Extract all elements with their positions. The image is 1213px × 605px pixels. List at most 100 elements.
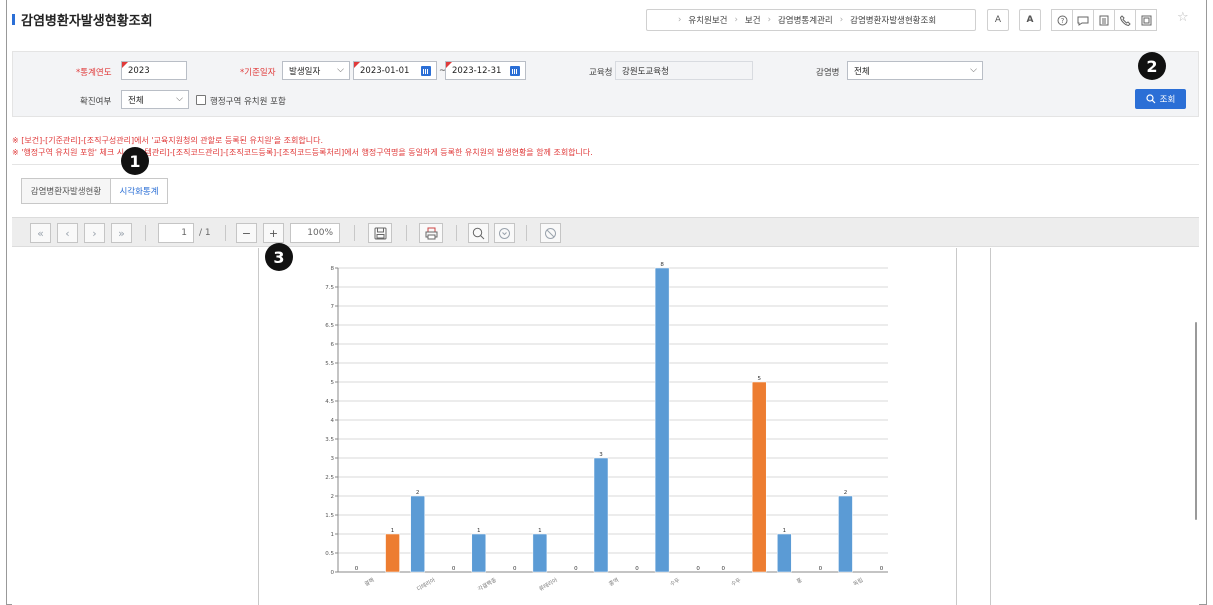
toolbar-separator	[225, 225, 226, 241]
date-from-input[interactable]: 2023-01-01	[353, 61, 437, 80]
breadcrumb-item[interactable]: 보건	[745, 14, 761, 26]
font-decrease-button[interactable]: A	[987, 9, 1009, 31]
chevron-down-icon: ⌵	[337, 65, 344, 75]
favorite-star-icon[interactable]: ☆	[1177, 10, 1189, 25]
disease-select[interactable]: 전체 ⌵	[847, 61, 983, 80]
date-to-input[interactable]: 2023-12-31	[445, 61, 526, 80]
prev-page-icon[interactable]: ‹	[57, 223, 78, 243]
breadcrumb-item[interactable]: 유치원보건	[688, 14, 727, 26]
find-next-icon[interactable]	[494, 223, 515, 243]
calendar-icon[interactable]	[421, 66, 431, 76]
toolbar-separator	[526, 225, 527, 241]
save-icon[interactable]	[368, 223, 392, 243]
notice-line: ※ '행정구역 유치원 포함' 체크 시 [시스템관리]-[조직코드관리]-[조…	[12, 147, 593, 157]
data-label: 0	[819, 566, 823, 572]
required-flag	[122, 62, 128, 68]
date-to-value: 2023-12-31	[452, 65, 502, 76]
confirm-value: 전체	[128, 95, 144, 106]
y-tick-label: 6	[331, 342, 335, 348]
office-label: 교육청	[589, 68, 613, 78]
x-tick-label: 디테리아	[415, 576, 437, 593]
chevron-right-icon: ›	[839, 15, 844, 25]
phone-icon[interactable]	[1114, 9, 1136, 31]
y-tick-label: 1	[331, 532, 335, 538]
y-tick-label: 6.5	[325, 323, 334, 329]
manual-icon[interactable]	[1135, 9, 1157, 31]
chevron-right-icon: ›	[734, 15, 738, 25]
date-type-select[interactable]: 발생일자 ⌵	[282, 61, 350, 80]
year-value: 2023	[128, 65, 150, 76]
tab-infection-status[interactable]: 감염병환자발생현황	[21, 178, 111, 204]
chevron-right-icon: ›	[767, 15, 771, 25]
bar	[751, 381, 767, 573]
chat-icon[interactable]	[1072, 9, 1094, 31]
x-tick-label: 수두	[669, 577, 681, 588]
page-number-input[interactable]: 1	[158, 223, 194, 243]
x-tick-label: 결핵	[363, 576, 376, 588]
notice-line: ※ [보건]-[기준관리]-[조직구성관리]에서 '교육지원청의 관할로 등록된…	[12, 136, 323, 145]
calendar-icon[interactable]	[510, 66, 520, 76]
tab-visual-statistics[interactable]: 시각화통계	[110, 178, 168, 204]
bar	[593, 457, 609, 573]
disease-label: 감염병	[816, 68, 840, 78]
data-label: 2	[416, 490, 420, 496]
zoom-out-icon[interactable]: −	[236, 223, 257, 243]
header-toolbar: ?	[1051, 9, 1157, 31]
breadcrumb-item-current[interactable]: 감염병환자발생현황조회	[850, 14, 936, 26]
y-tick-label: 3.5	[325, 437, 334, 443]
data-label: 0	[513, 566, 517, 572]
find-icon[interactable]	[468, 223, 489, 243]
admin-area-checkbox-label[interactable]: 행정구역 유치원 포함	[210, 95, 286, 107]
print-icon[interactable]	[419, 223, 443, 243]
zoom-in-icon[interactable]: +	[263, 223, 284, 243]
date-from-value: 2023-01-01	[360, 65, 410, 76]
search-button[interactable]: 조회	[1135, 89, 1186, 109]
confirm-select[interactable]: 전체 ⌵	[121, 90, 189, 109]
data-label: 1	[477, 528, 481, 534]
admin-area-checkbox[interactable]	[196, 95, 206, 105]
x-tick-label: 홍	[795, 576, 803, 585]
y-tick-label: 8	[331, 266, 335, 272]
x-tick-label: 수두	[730, 577, 742, 588]
next-page-icon[interactable]: ›	[84, 223, 105, 243]
stop-icon[interactable]	[540, 223, 561, 243]
y-tick-label: 7.5	[325, 285, 334, 291]
data-label: 1	[391, 528, 395, 534]
search-button-label: 조회	[1159, 95, 1176, 105]
step-badge-2: 2	[1138, 52, 1166, 80]
data-label: 0	[880, 566, 884, 572]
step-badge-1: 1	[121, 147, 149, 175]
last-page-icon[interactable]: »	[111, 223, 132, 243]
data-label: 2	[844, 490, 848, 496]
office-field: 강원도교육청	[615, 61, 753, 80]
search-panel	[12, 51, 1199, 117]
help-icon[interactable]: ?	[1051, 9, 1073, 31]
data-label: 1	[538, 528, 542, 534]
data-label: 1	[783, 528, 787, 534]
font-increase-button[interactable]: A	[1019, 9, 1041, 31]
zoom-level-input[interactable]: 100%	[290, 223, 340, 243]
year-label: *통계연도	[76, 68, 112, 78]
year-input[interactable]: 2023	[121, 61, 187, 80]
report-viewer: 0 0.5 1 1.5 2 2.5 3 3.5 4 4.5 5 5.5 6 6.5 7 7.5 8 0 1 결핵 2 0 디…	[12, 248, 1199, 605]
viewer-scrollbar[interactable]	[1195, 322, 1197, 520]
bar	[385, 533, 400, 573]
notice-text: ※ [보건]-[기준관리]-[조직구성관리]에서 '교육지원청의 관할로 등록된…	[12, 135, 593, 158]
required-flag	[354, 62, 360, 68]
x-tick-label: 각결핵종	[476, 576, 498, 593]
data-label: 3	[599, 452, 603, 458]
chevron-right-icon: ›	[678, 15, 682, 25]
breadcrumb-item[interactable]: 감염병통계관리	[778, 14, 833, 26]
data-label: 0	[635, 566, 639, 572]
document-icon[interactable]	[1093, 9, 1115, 31]
y-tick-label: 1.5	[325, 513, 334, 519]
svg-text:?: ?	[1060, 17, 1064, 25]
date-label: *기준일자	[240, 68, 276, 78]
first-page-icon[interactable]: «	[30, 223, 51, 243]
x-tick-label: 홍역	[607, 576, 620, 588]
search-icon	[1146, 94, 1156, 104]
data-label: 0	[355, 566, 359, 572]
page-title: 감염병환자발생현황조회	[21, 13, 153, 29]
bar	[532, 533, 548, 573]
data-label: 8	[660, 262, 664, 268]
